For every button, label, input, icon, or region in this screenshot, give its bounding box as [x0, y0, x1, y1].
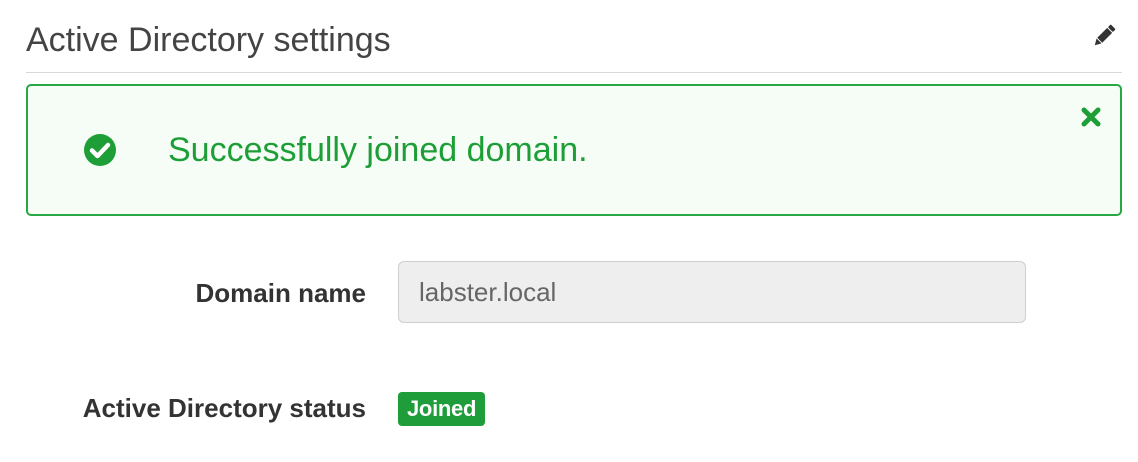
edit-button[interactable]: [1088, 20, 1120, 52]
alert-close-button[interactable]: [1078, 104, 1104, 130]
ad-status-label: Active Directory status: [82, 393, 366, 423]
active-directory-settings-panel: Active Directory settings Successfully j…: [0, 0, 1138, 462]
status-badge: Joined: [398, 392, 486, 426]
domain-name-label: Domain name: [195, 278, 367, 308]
check-circle-icon: [84, 134, 116, 166]
page-title: Active Directory settings: [26, 21, 391, 59]
alert-message: Successfully joined domain.: [168, 131, 588, 169]
domain-name-input[interactable]: [398, 261, 1026, 323]
success-alert: Successfully joined domain.: [26, 84, 1122, 216]
panel-header: Active Directory settings: [26, 14, 1122, 73]
pencil-icon: [1094, 24, 1116, 46]
close-icon: [1081, 107, 1101, 127]
